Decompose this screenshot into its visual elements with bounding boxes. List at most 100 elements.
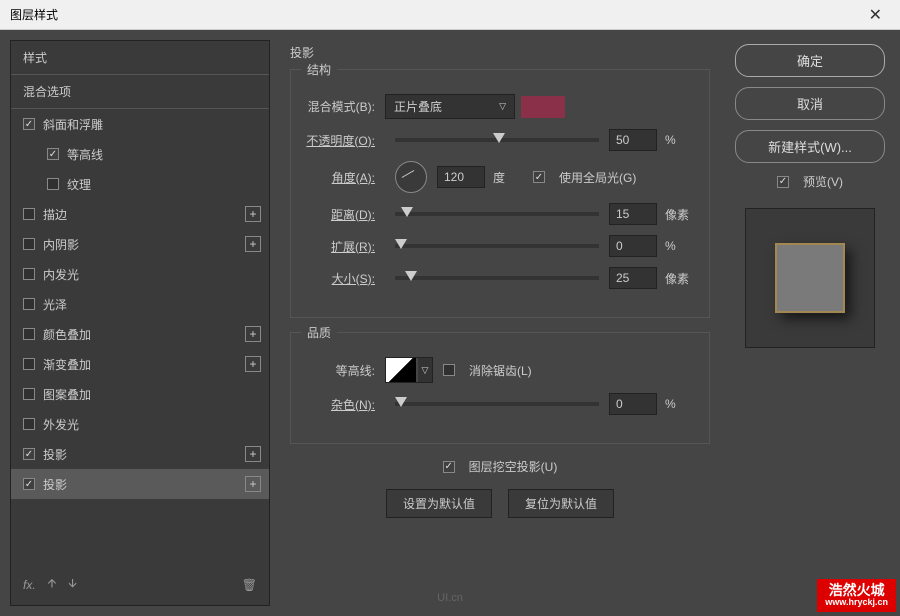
cancel-button[interactable]: 取消: [735, 87, 885, 120]
distance-input[interactable]: 15: [609, 203, 657, 225]
ok-button[interactable]: 确定: [735, 44, 885, 77]
global-light-label: 使用全局光(G): [559, 169, 636, 186]
style-item[interactable]: 投影 +: [11, 439, 269, 469]
move-up-icon[interactable]: 🡩: [48, 574, 57, 595]
blend-mode-label: 混合模式(B):: [305, 98, 385, 115]
style-item[interactable]: 内发光: [11, 259, 269, 289]
global-light-checkbox[interactable]: [533, 171, 545, 183]
ui-logo: UI.cn: [437, 592, 463, 604]
titlebar: 图层样式 ✕: [0, 0, 900, 30]
style-label: 投影: [43, 476, 67, 493]
styles-header: 样式: [11, 41, 269, 75]
opacity-input[interactable]: 50: [609, 129, 657, 151]
style-label: 等高线: [67, 146, 103, 163]
contour-label: 等高线:: [305, 362, 385, 379]
style-item[interactable]: 描边 +: [11, 199, 269, 229]
watermark: 浩然火城 www.hryckj.cn: [817, 579, 896, 612]
style-label: 光泽: [43, 296, 67, 313]
styles-toolbar: fx. 🡩 🡫 🗑: [11, 564, 269, 605]
style-item[interactable]: 斜面和浮雕: [11, 109, 269, 139]
style-item[interactable]: 光泽: [11, 289, 269, 319]
add-effect-icon[interactable]: +: [245, 206, 261, 222]
add-effect-icon[interactable]: +: [245, 446, 261, 462]
preview-thumbnail: [745, 208, 875, 348]
dialog-title: 图层样式: [10, 6, 58, 23]
quality-fieldset: 品质 等高线: ▽ 消除锯齿(L) 杂色(N): 0: [290, 332, 710, 444]
style-item[interactable]: 渐变叠加 +: [11, 349, 269, 379]
new-style-button[interactable]: 新建样式(W)...: [735, 130, 885, 163]
style-label: 投影: [43, 446, 67, 463]
style-checkbox[interactable]: [23, 388, 35, 400]
angle-input[interactable]: 120: [437, 166, 485, 188]
blend-mode-dropdown[interactable]: 正片叠底 ▽: [385, 94, 515, 119]
style-checkbox[interactable]: [23, 358, 35, 370]
size-input[interactable]: 25: [609, 267, 657, 289]
style-checkbox[interactable]: [23, 298, 35, 310]
style-checkbox[interactable]: [23, 268, 35, 280]
shadow-color-swatch[interactable]: [521, 96, 565, 118]
style-item[interactable]: 图案叠加: [11, 379, 269, 409]
contour-picker[interactable]: ▽: [385, 357, 433, 383]
angle-label: 角度(A):: [305, 169, 385, 186]
add-effect-icon[interactable]: +: [245, 356, 261, 372]
noise-input[interactable]: 0: [609, 393, 657, 415]
add-effect-icon[interactable]: +: [245, 236, 261, 252]
style-item[interactable]: 颜色叠加 +: [11, 319, 269, 349]
style-label: 描边: [43, 206, 67, 223]
trash-icon[interactable]: 🗑: [242, 578, 257, 592]
style-checkbox[interactable]: [47, 178, 59, 190]
style-item[interactable]: 外发光: [11, 409, 269, 439]
add-effect-icon[interactable]: +: [245, 326, 261, 342]
distance-label: 距离(D):: [305, 206, 385, 223]
style-label: 斜面和浮雕: [43, 116, 103, 133]
spread-slider[interactable]: [395, 244, 599, 248]
style-item[interactable]: 等高线: [11, 139, 269, 169]
style-checkbox[interactable]: [23, 238, 35, 250]
style-checkbox[interactable]: [23, 208, 35, 220]
style-item[interactable]: 投影 +: [11, 469, 269, 499]
style-label: 渐变叠加: [43, 356, 91, 373]
chevron-down-icon: ▽: [499, 101, 506, 112]
style-item[interactable]: 内阴影 +: [11, 229, 269, 259]
noise-label: 杂色(N):: [305, 396, 385, 413]
blend-options-header[interactable]: 混合选项: [11, 75, 269, 109]
structure-fieldset: 结构 混合模式(B): 正片叠底 ▽ 不透明度(O): 50 % 角: [290, 69, 710, 318]
style-label: 图案叠加: [43, 386, 91, 403]
style-label: 内阴影: [43, 236, 79, 253]
antialias-checkbox[interactable]: [443, 364, 455, 376]
reset-default-button[interactable]: 复位为默认值: [508, 489, 614, 518]
distance-slider[interactable]: [395, 212, 599, 216]
opacity-slider[interactable]: [395, 138, 599, 142]
noise-slider[interactable]: [395, 402, 599, 406]
spread-label: 扩展(R):: [305, 238, 385, 255]
angle-dial[interactable]: [395, 161, 427, 193]
size-slider[interactable]: [395, 276, 599, 280]
style-checkbox[interactable]: [23, 328, 35, 340]
styles-list: 样式 混合选项 斜面和浮雕等高线纹理描边 + 内阴影 + 内发光光泽颜色叠加 + 渐变叠加 +…: [10, 40, 270, 606]
fx-icon[interactable]: fx.: [23, 578, 36, 592]
chevron-down-icon: ▽: [422, 365, 429, 376]
style-item[interactable]: 纹理: [11, 169, 269, 199]
spread-input[interactable]: 0: [609, 235, 657, 257]
size-label: 大小(S):: [305, 270, 385, 287]
style-label: 内发光: [43, 266, 79, 283]
style-label: 颜色叠加: [43, 326, 91, 343]
close-icon[interactable]: ✕: [861, 5, 890, 25]
action-panel: 确定 取消 新建样式(W)... 预览(V): [730, 40, 890, 606]
style-label: 外发光: [43, 416, 79, 433]
quality-legend: 品质: [301, 324, 337, 341]
preview-label: 预览(V): [803, 173, 843, 190]
knockout-label: 图层挖空投影(U): [469, 458, 558, 475]
set-default-button[interactable]: 设置为默认值: [386, 489, 492, 518]
preview-checkbox[interactable]: [777, 176, 789, 188]
knockout-checkbox[interactable]: [443, 461, 455, 473]
move-down-icon[interactable]: 🡫: [68, 574, 77, 595]
style-checkbox[interactable]: [23, 118, 35, 130]
add-effect-icon[interactable]: +: [245, 476, 261, 492]
style-checkbox[interactable]: [23, 448, 35, 460]
style-checkbox[interactable]: [47, 148, 59, 160]
structure-legend: 结构: [301, 61, 337, 78]
style-checkbox[interactable]: [23, 478, 35, 490]
opacity-label: 不透明度(O):: [305, 132, 385, 149]
style-checkbox[interactable]: [23, 418, 35, 430]
